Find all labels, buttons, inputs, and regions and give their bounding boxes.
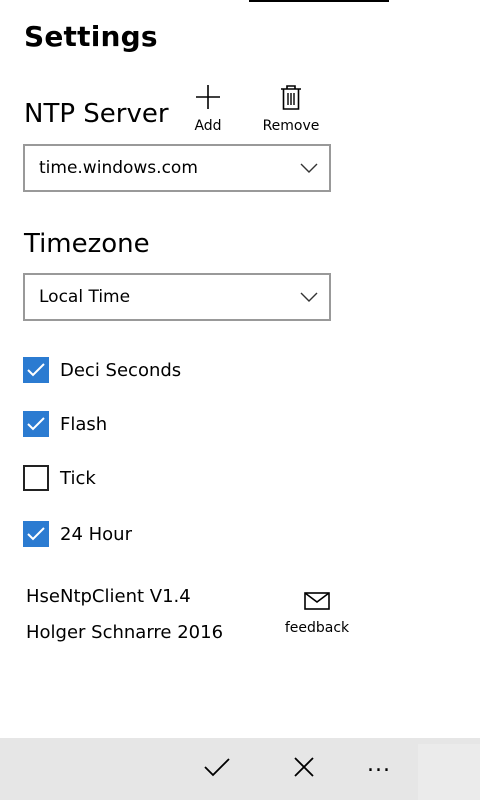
checkbox-checked-icon <box>23 411 49 437</box>
ntp-server-label: NTP Server <box>24 99 169 129</box>
settings-page: Settings NTP Server Add Remove time.wind… <box>0 0 480 800</box>
plus-icon <box>193 84 223 114</box>
app-author: Holger Schnarre 2016 <box>26 622 224 643</box>
deci-seconds-label: Deci Seconds <box>60 359 182 381</box>
timezone-dropdown[interactable]: Local Time <box>23 273 331 321</box>
ntp-server-dropdown[interactable]: time.windows.com <box>23 144 331 192</box>
timezone-label: Timezone <box>24 229 150 259</box>
24-hour-checkbox[interactable]: 24 Hour <box>23 521 132 547</box>
feedback-label: feedback <box>284 620 350 636</box>
checkbox-checked-icon <box>23 521 49 547</box>
app-bar-edge <box>418 744 480 800</box>
tick-label: Tick <box>60 467 96 489</box>
accept-button[interactable] <box>188 738 246 800</box>
24-hour-label: 24 Hour <box>60 523 132 545</box>
chevron-down-icon <box>289 292 329 302</box>
add-button-label: Add <box>194 118 222 134</box>
timezone-value: Local Time <box>39 287 131 307</box>
remove-server-button[interactable]: Remove <box>258 84 324 134</box>
app-version: HseNtpClient V1.4 <box>26 586 191 607</box>
flash-checkbox[interactable]: Flash <box>23 411 107 437</box>
app-bar: ... <box>0 738 480 800</box>
deci-seconds-checkbox[interactable]: Deci Seconds <box>23 357 181 383</box>
feedback-button[interactable]: feedback <box>280 592 354 636</box>
ntp-server-value: time.windows.com <box>39 158 198 178</box>
checkbox-unchecked-icon <box>23 465 49 491</box>
trash-icon <box>279 84 303 114</box>
close-icon <box>293 756 315 782</box>
flash-label: Flash <box>60 413 108 435</box>
tick-checkbox[interactable]: Tick <box>23 465 96 491</box>
chevron-down-icon <box>289 163 329 173</box>
top-indicator <box>249 0 389 2</box>
more-button[interactable]: ... <box>350 738 408 800</box>
checkmark-icon <box>203 756 231 782</box>
cancel-button[interactable] <box>275 738 333 800</box>
add-server-button[interactable]: Add <box>188 84 228 134</box>
page-title: Settings <box>24 20 158 53</box>
mail-icon <box>304 592 330 614</box>
checkbox-checked-icon <box>23 357 49 383</box>
remove-button-label: Remove <box>262 118 320 134</box>
